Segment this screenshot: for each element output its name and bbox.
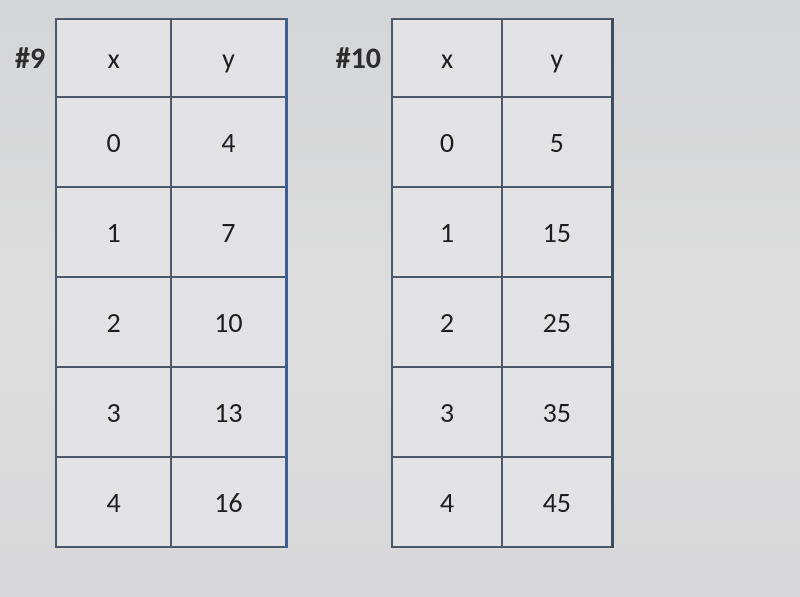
table-row: 0 5 <box>392 97 612 187</box>
cell-x: 3 <box>392 367 502 457</box>
table-row: 2 10 <box>56 277 286 367</box>
table-row: 3 13 <box>56 367 286 457</box>
table-row: 1 7 <box>56 187 286 277</box>
cell-x: 3 <box>56 367 171 457</box>
cell-y: 7 <box>171 187 286 277</box>
table-row: 2 25 <box>392 277 612 367</box>
header-y: y <box>171 19 286 97</box>
cell-x: 2 <box>392 277 502 367</box>
cell-x: 4 <box>56 457 171 547</box>
problem-10-label: #10 <box>336 40 381 77</box>
table-9: x y 0 4 1 7 2 10 3 13 4 16 <box>55 18 288 548</box>
problem-9-label: #9 <box>15 40 45 77</box>
header-x: x <box>56 19 171 97</box>
cell-x: 2 <box>56 277 171 367</box>
cell-y: 5 <box>502 97 612 187</box>
worksheet-container: #9 x y 0 4 1 7 2 10 3 13 4 <box>0 0 800 566</box>
cell-y: 35 <box>502 367 612 457</box>
cell-x: 0 <box>56 97 171 187</box>
table-row: 1 15 <box>392 187 612 277</box>
cell-x: 4 <box>392 457 502 547</box>
table-row: 4 45 <box>392 457 612 547</box>
problem-9: #9 x y 0 4 1 7 2 10 3 13 4 <box>15 18 288 548</box>
cell-y: 16 <box>171 457 286 547</box>
cell-y: 25 <box>502 277 612 367</box>
cell-x: 0 <box>392 97 502 187</box>
cell-y: 45 <box>502 457 612 547</box>
table-10: x y 0 5 1 15 2 25 3 35 4 45 <box>391 18 614 548</box>
table-row: 3 35 <box>392 367 612 457</box>
header-y: y <box>502 19 612 97</box>
table-row: 4 16 <box>56 457 286 547</box>
cell-y: 13 <box>171 367 286 457</box>
problem-10: #10 x y 0 5 1 15 2 25 3 35 4 <box>336 18 614 548</box>
cell-x: 1 <box>56 187 171 277</box>
table-row: 0 4 <box>56 97 286 187</box>
cell-y: 10 <box>171 277 286 367</box>
table-header-row: x y <box>56 19 286 97</box>
table-header-row: x y <box>392 19 612 97</box>
cell-y: 4 <box>171 97 286 187</box>
cell-y: 15 <box>502 187 612 277</box>
cell-x: 1 <box>392 187 502 277</box>
header-x: x <box>392 19 502 97</box>
